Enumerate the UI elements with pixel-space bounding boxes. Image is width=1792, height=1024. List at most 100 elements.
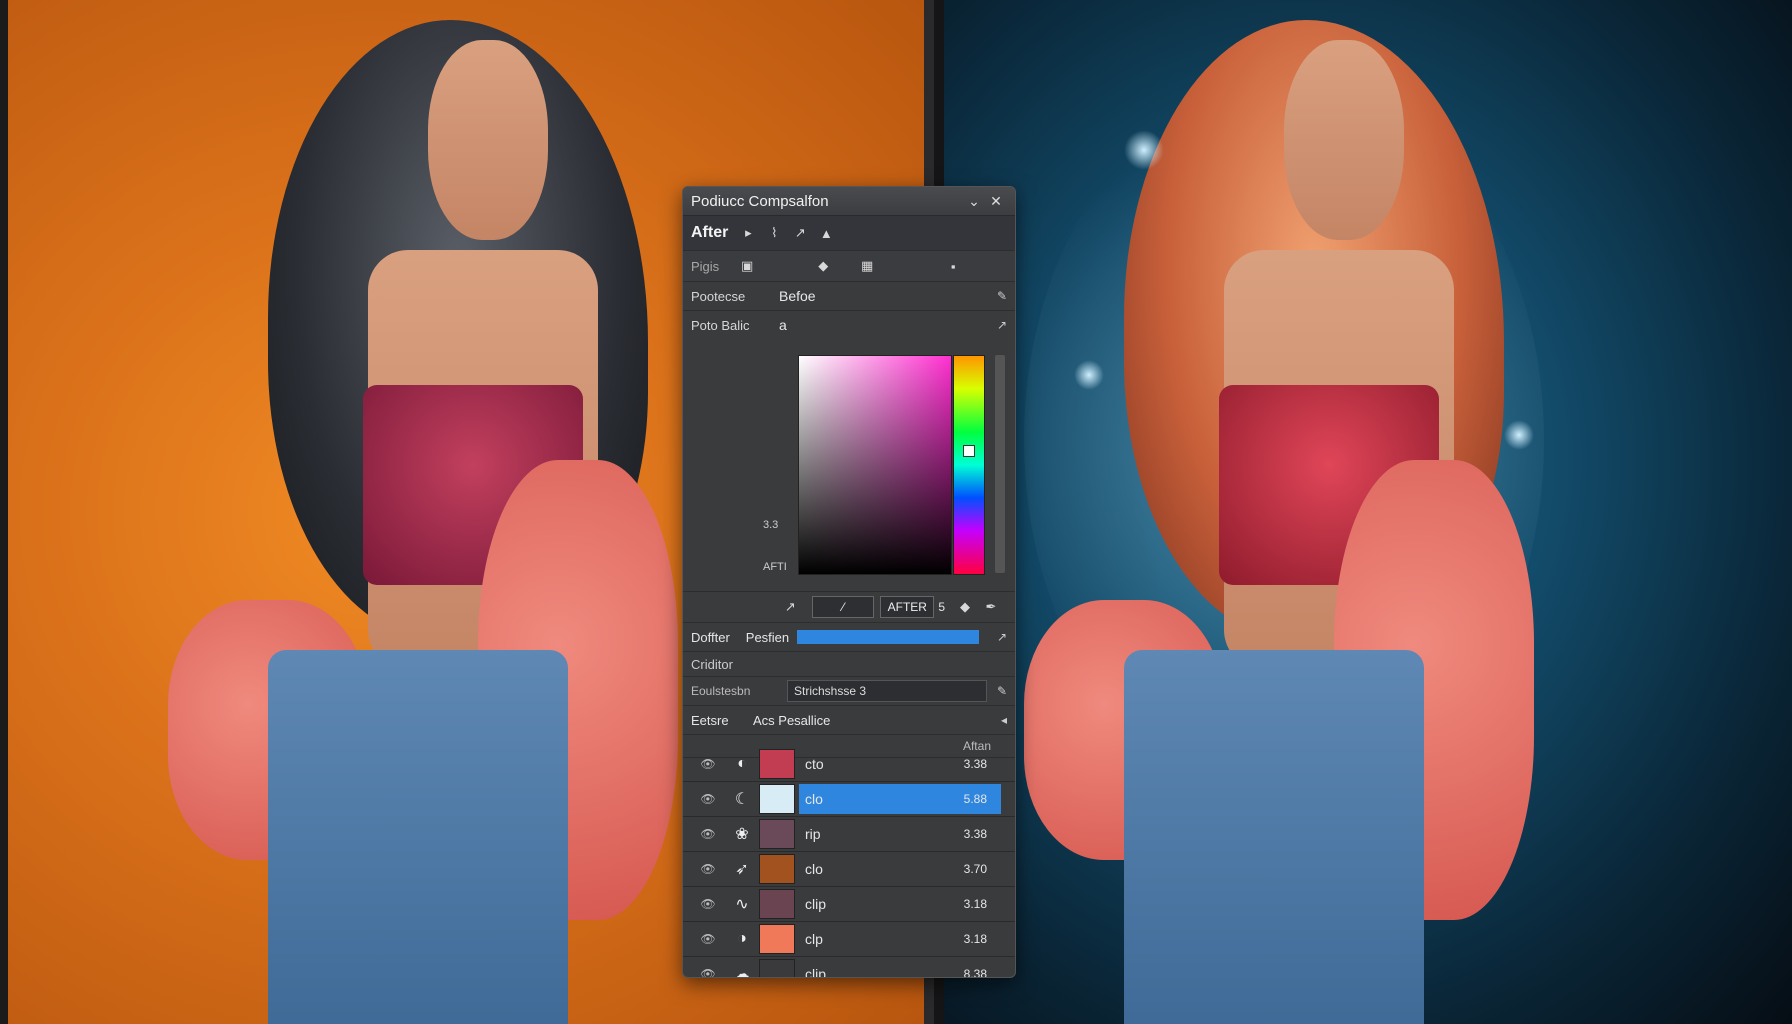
- mask-icon: ☁: [734, 966, 750, 978]
- layer-thumbnail[interactable]: [759, 889, 795, 919]
- comparison-panel[interactable]: Podiucc Compsalfon ⌄ ✕ After ▸ ⌇ ↗ ▲ Pig…: [682, 186, 1016, 978]
- layer-name[interactable]: clo: [799, 784, 919, 814]
- prop-value[interactable]: Befoe: [779, 288, 987, 304]
- layer-thumbnail[interactable]: [759, 819, 795, 849]
- mask-icon: ◐: [737, 755, 747, 772]
- mode-label[interactable]: After: [691, 224, 728, 242]
- sparkle: [1504, 420, 1534, 450]
- layer-thumbnail[interactable]: [759, 924, 795, 954]
- layer-thumbnail[interactable]: [759, 959, 795, 977]
- after-button[interactable]: AFTER: [880, 596, 935, 618]
- play-icon[interactable]: ▸: [738, 223, 758, 243]
- chevron-left-icon[interactable]: ◂: [987, 713, 1007, 727]
- prop-label: Poto Balic: [691, 317, 750, 333]
- layer-row[interactable]: 👁 ∿ clip 3.18: [683, 887, 1015, 922]
- prop-label: Pootecse: [691, 288, 746, 304]
- pesfien-progress[interactable]: [797, 630, 979, 644]
- layer-row[interactable]: 👁 ☾ clo 5.88: [683, 782, 1015, 817]
- eetsre-label: Eetsre: [691, 712, 729, 728]
- layer-value: 8.38: [963, 967, 987, 978]
- prop-row-0[interactable]: Pootecse Befoe ✎: [683, 282, 1015, 311]
- strichsize-field[interactable]: Strichshsse 3: [787, 680, 987, 702]
- pencil-icon[interactable]: ✎: [987, 684, 1007, 698]
- prop-row-1[interactable]: Poto Balic a ↗: [683, 311, 1015, 339]
- diamond-icon[interactable]: ◆: [955, 597, 975, 617]
- brush-button[interactable]: ⁄: [812, 596, 875, 618]
- layer-name[interactable]: clo: [799, 854, 919, 884]
- pigis-label: Pigis: [691, 258, 720, 274]
- arrow-icon[interactable]: ↗: [987, 318, 1007, 332]
- eye-icon[interactable]: 👁: [691, 932, 725, 946]
- equal-label: Eoulstesbn: [691, 684, 751, 698]
- layer-name[interactable]: clp: [799, 924, 919, 954]
- layer-row[interactable]: 👁 ❀ rip 3.38: [683, 817, 1015, 852]
- before-face: [428, 40, 548, 240]
- layers-list: 👁 ◐ cto 3.38 👁 ☾ clo 5.88 👁 ❀ rip 3.38 👁 ➶ clo 3.70 👁 ∿ cl…: [683, 747, 1015, 977]
- eye-icon[interactable]: 👁: [691, 862, 725, 876]
- picker-buttons: ↗ ⁄ AFTER 5 ◆ ✒: [683, 592, 1015, 623]
- close-icon[interactable]: ✕: [985, 193, 1007, 210]
- layer-row[interactable]: 👁 ◑ clp 3.18: [683, 922, 1015, 957]
- color-picker[interactable]: 3.3 AFTI: [683, 339, 1015, 592]
- pointer-icon[interactable]: ◆: [813, 256, 833, 276]
- eye-icon[interactable]: 👁: [691, 967, 725, 977]
- progress-fill: [797, 630, 979, 644]
- small-arrow-icon[interactable]: ↗: [780, 597, 800, 617]
- arrow-icon[interactable]: ↗: [987, 630, 1007, 644]
- layer-thumbnail[interactable]: [759, 854, 795, 884]
- after-image-canvas: [944, 0, 1792, 1024]
- pencil-icon[interactable]: ✎: [987, 289, 1007, 303]
- grid-icon[interactable]: ▦: [857, 256, 877, 276]
- prop-value[interactable]: a: [779, 317, 987, 333]
- acs-value[interactable]: Acs Pesallice: [753, 713, 987, 728]
- mask-icon: ☾: [734, 791, 750, 808]
- save-icon[interactable]: ▣: [737, 256, 757, 276]
- eyedropper-icon[interactable]: ✒: [981, 597, 1001, 617]
- layer-thumbnail[interactable]: [759, 784, 795, 814]
- doffter-label: Doffter: [691, 629, 730, 645]
- layer-name[interactable]: cto: [799, 749, 919, 779]
- after-face: [1284, 40, 1404, 240]
- layer-value: 3.18: [963, 932, 987, 946]
- layer-value: 3.38: [963, 827, 987, 841]
- hue-strip[interactable]: [953, 355, 985, 575]
- layer-name[interactable]: clip: [799, 959, 919, 977]
- layer-row[interactable]: 👁 ➶ clo 3.70: [683, 852, 1015, 887]
- mask-icon: ◑: [737, 930, 747, 947]
- pesfien-label: Pesfien: [745, 629, 790, 645]
- eye-icon[interactable]: 👁: [691, 897, 725, 911]
- layer-value: 5.88: [919, 784, 1001, 814]
- panel-titlebar[interactable]: Podiucc Compsalfon ⌄ ✕: [683, 187, 1015, 216]
- eetsre-row[interactable]: Eetsre Acs Pesallice ◂: [683, 706, 1015, 735]
- layer-value: 3.70: [963, 862, 987, 876]
- layer-thumbnail[interactable]: [759, 749, 795, 779]
- eye-icon[interactable]: 👁: [691, 827, 725, 841]
- picker-mode-label: AFTI: [763, 561, 787, 573]
- layer-name[interactable]: clip: [799, 889, 919, 919]
- chevron-down-icon[interactable]: ⌄: [963, 193, 985, 210]
- brush-icon[interactable]: ⌇: [764, 223, 784, 243]
- layer-row[interactable]: 👁 ◐ cto 3.38: [683, 747, 1015, 782]
- doffter-row[interactable]: Doffter Pesfien ↗: [683, 623, 1015, 652]
- saturation-field[interactable]: [798, 355, 952, 575]
- square-icon[interactable]: ▪: [943, 256, 963, 276]
- picker-scrollbar[interactable]: [995, 355, 1005, 573]
- equal-row[interactable]: Eoulstesbn Strichshsse 3 ✎: [683, 677, 1015, 706]
- layer-value: 3.18: [963, 897, 987, 911]
- stamp-icon[interactable]: ▲: [816, 223, 836, 243]
- layer-value: 3.38: [963, 757, 987, 771]
- hue-knob[interactable]: [963, 445, 975, 457]
- layer-row[interactable]: 👁 ☁ clip 8.38: [683, 957, 1015, 978]
- before-jeans: [268, 650, 568, 1024]
- picker-value-label: 3.3: [763, 519, 779, 531]
- arrow-icon[interactable]: ↗: [790, 223, 810, 243]
- eye-icon[interactable]: 👁: [691, 757, 725, 771]
- layer-name[interactable]: rip: [799, 819, 919, 849]
- mask-icon: ❀: [735, 826, 749, 843]
- eye-icon[interactable]: 👁: [691, 792, 725, 806]
- after-jeans: [1124, 650, 1424, 1024]
- mask-icon: ➶: [735, 861, 749, 878]
- criditor-row: Criditor: [683, 652, 1015, 677]
- sparkle: [1074, 360, 1104, 390]
- after-num: 5: [938, 600, 945, 614]
